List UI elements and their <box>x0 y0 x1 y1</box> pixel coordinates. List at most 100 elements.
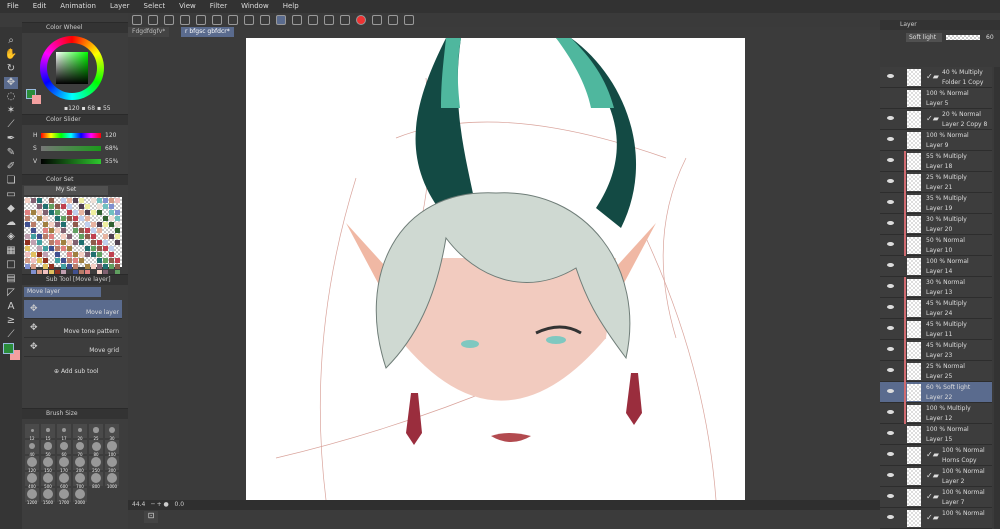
color-swatch[interactable] <box>60 233 66 239</box>
color-swatch[interactable] <box>66 251 72 257</box>
color-swatch[interactable] <box>49 258 54 263</box>
color-swatch[interactable] <box>102 221 108 227</box>
color-swatch[interactable] <box>55 198 60 203</box>
color-swatch[interactable] <box>36 245 42 251</box>
color-swatch[interactable] <box>30 197 36 203</box>
brush-size-preset[interactable]: 25 <box>89 424 103 441</box>
color-swatch[interactable] <box>102 197 108 203</box>
color-swatch[interactable] <box>84 209 90 215</box>
color-swatch[interactable] <box>72 227 78 233</box>
color-swatch[interactable] <box>24 197 30 203</box>
color-swatch[interactable] <box>79 246 84 251</box>
color-swatch[interactable] <box>37 222 42 227</box>
layer-row[interactable]: 45 % Multiply Layer 24 <box>880 298 992 319</box>
layer-row[interactable]: 50 % Normal Layer 10 <box>880 235 992 256</box>
brush-size-preset[interactable]: 170 <box>57 456 71 473</box>
color-swatch[interactable] <box>96 263 102 269</box>
blend-tool-icon[interactable]: ❏ <box>4 175 18 187</box>
color-swatch[interactable] <box>48 239 54 245</box>
color-swatch[interactable] <box>108 233 114 239</box>
fill-tool-icon[interactable]: ◈ <box>4 231 18 243</box>
layer-row[interactable]: 35 % Multiply Layer 19 <box>880 193 992 214</box>
color-swatch[interactable] <box>96 239 102 245</box>
gradient-tool-icon[interactable]: ▦ <box>4 245 18 257</box>
brush-size-preset[interactable]: 200 <box>73 456 87 473</box>
color-swatch[interactable] <box>114 263 120 269</box>
color-swatch[interactable] <box>60 227 66 233</box>
color-swatch[interactable] <box>78 239 84 245</box>
color-swatch[interactable] <box>108 257 114 263</box>
open-icon[interactable] <box>148 15 158 25</box>
color-swatch[interactable] <box>48 209 54 215</box>
color-swatch[interactable] <box>78 197 84 203</box>
color-swatch[interactable] <box>36 215 42 221</box>
color-swatch[interactable] <box>91 204 96 209</box>
record-icon[interactable] <box>356 15 366 25</box>
color-swatch[interactable] <box>85 240 90 245</box>
layer-row[interactable]: 55 % Multiply Layer 18 <box>880 151 992 172</box>
menu-help[interactable]: Help <box>276 0 306 13</box>
navigator-icon[interactable]: ⊡ <box>144 511 158 523</box>
color-swatch[interactable] <box>30 257 36 263</box>
zoom-tool-icon[interactable]: ⌕ <box>4 35 18 47</box>
color-swatch[interactable] <box>24 245 30 251</box>
color-swatch[interactable] <box>72 215 78 221</box>
color-swatch[interactable] <box>90 227 96 233</box>
document-tab[interactable]: Fdgdfdgfv* <box>128 27 170 37</box>
color-swatch[interactable] <box>102 203 108 209</box>
color-swatch[interactable] <box>48 245 54 251</box>
color-swatch[interactable] <box>102 215 108 221</box>
eye-icon[interactable] <box>887 389 894 393</box>
brush-size-preset[interactable]: 17 <box>57 424 71 441</box>
color-swatch[interactable] <box>25 204 30 209</box>
color-swatch[interactable] <box>30 209 36 215</box>
color-swatch[interactable] <box>60 245 66 251</box>
color-swatch[interactable] <box>90 245 96 251</box>
zoom-value[interactable]: 44.4 <box>132 501 145 508</box>
color-swatch[interactable] <box>96 221 102 227</box>
brush-size-preset[interactable]: 150 <box>41 456 55 473</box>
brush-size-preset[interactable]: 1500 <box>41 488 55 505</box>
color-swatch[interactable] <box>60 239 66 245</box>
color-swatch[interactable] <box>42 245 48 251</box>
pencil-tool-icon[interactable]: ✎ <box>4 147 18 159</box>
color-swatch[interactable] <box>109 240 114 245</box>
color-swatch[interactable] <box>78 203 84 209</box>
color-swatch[interactable] <box>42 209 48 215</box>
color-swatch[interactable] <box>108 197 114 203</box>
color-swatch[interactable] <box>36 203 42 209</box>
layer-row[interactable]: 100 % Normal Layer 14 <box>880 256 992 277</box>
brush-size-preset[interactable]: 2000 <box>73 488 87 505</box>
layer-row[interactable]: 25 % Normal Layer 25 <box>880 361 992 382</box>
eye-icon[interactable] <box>887 179 894 183</box>
color-swatch[interactable] <box>60 257 66 263</box>
color-swatch[interactable] <box>61 252 66 257</box>
color-swatch[interactable] <box>102 233 108 239</box>
color-swatch[interactable] <box>84 251 90 257</box>
color-swatch[interactable] <box>60 221 66 227</box>
layer-row[interactable]: 100 % Normal Layer 5 <box>880 88 992 109</box>
color-swatch[interactable] <box>108 221 114 227</box>
brush-size-preset[interactable]: 400 <box>25 472 39 489</box>
color-swatch[interactable] <box>85 198 90 203</box>
add-sub-tool-button[interactable]: ⊕ Add sub tool <box>54 368 98 375</box>
brush-size-preset[interactable]: 1700 <box>57 488 71 505</box>
color-swatch[interactable] <box>31 204 36 209</box>
color-swatch[interactable] <box>30 227 36 233</box>
color-swatch[interactable] <box>96 203 102 209</box>
sub-tool-item[interactable]: ✥ Move tone pattern <box>24 319 122 338</box>
color-swatch[interactable] <box>42 263 48 269</box>
color-swatch[interactable] <box>42 257 48 263</box>
color-swatch[interactable] <box>54 245 60 251</box>
brush-size-preset[interactable]: 15 <box>41 424 55 441</box>
color-swatch[interactable] <box>60 197 66 203</box>
color-swatch[interactable] <box>102 257 108 263</box>
color-swatch[interactable] <box>91 216 96 221</box>
layer-row[interactable]: ✓▰ 100 % Normal Layer 7 <box>880 487 992 508</box>
opacity-slider[interactable] <box>946 35 980 40</box>
color-swatch[interactable] <box>67 228 72 233</box>
color-swatch[interactable] <box>48 197 54 203</box>
color-swatch[interactable] <box>66 233 72 239</box>
color-swatch[interactable] <box>108 263 114 269</box>
color-swatch[interactable] <box>114 215 120 221</box>
